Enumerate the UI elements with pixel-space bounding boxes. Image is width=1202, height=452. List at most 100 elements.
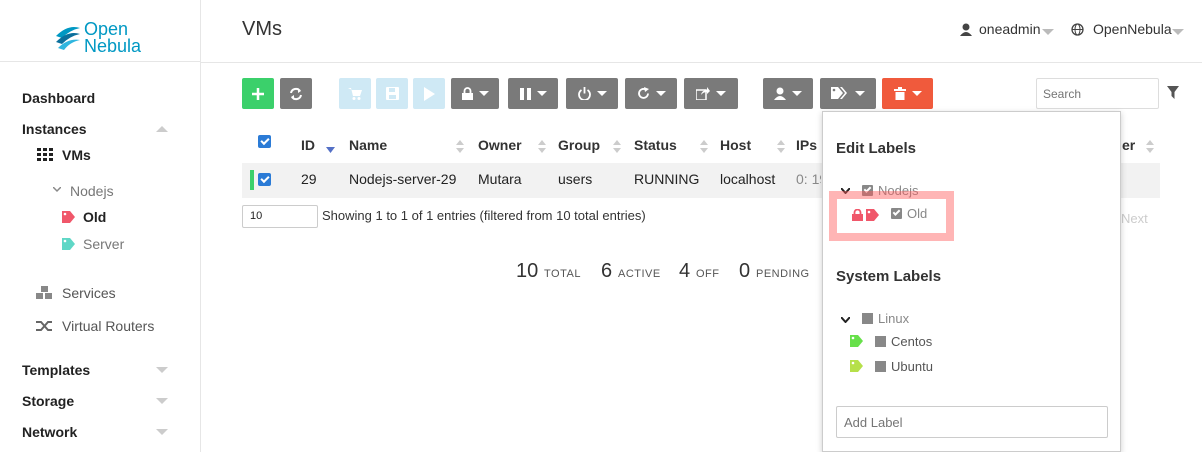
deploy-button[interactable] xyxy=(339,78,371,109)
chevron-down-icon[interactable] xyxy=(53,187,61,193)
system-label-centos[interactable]: Centos xyxy=(891,334,932,349)
share-icon xyxy=(696,87,710,100)
header-divider xyxy=(201,62,1202,63)
col-header-id[interactable]: ID xyxy=(301,137,315,153)
page-title: VMs xyxy=(242,18,282,40)
col-header-owner[interactable]: Owner xyxy=(478,137,522,153)
filter-icon[interactable] xyxy=(1167,86,1179,99)
edit-labels-title: Edit Labels xyxy=(836,140,917,157)
nav-label-server[interactable]: Server xyxy=(83,236,124,252)
nav-label-nodejs[interactable]: Nodejs xyxy=(70,183,114,199)
col-header-name[interactable]: Name xyxy=(349,137,387,153)
table-info: Showing 1 to 1 of 1 entries (filtered fr… xyxy=(322,208,646,223)
system-label-linux[interactable]: Linux xyxy=(878,311,909,326)
lock-icon xyxy=(461,87,473,100)
chevron-down-icon[interactable] xyxy=(156,429,168,435)
page-length-select[interactable]: 10 xyxy=(242,205,318,228)
pagination-next[interactable]: Next xyxy=(1121,211,1148,226)
label-checkbox[interactable] xyxy=(875,336,886,347)
reboot-dropdown-button[interactable] xyxy=(625,78,677,109)
cell-host: localhost xyxy=(720,171,776,187)
power-dropdown-button[interactable] xyxy=(566,78,618,109)
label-checkbox[interactable] xyxy=(875,361,886,372)
nav-services[interactable]: Services xyxy=(62,285,116,301)
col-header-status[interactable]: Status xyxy=(634,137,677,153)
edit-label-old[interactable]: Old xyxy=(907,206,927,221)
nav-templates[interactable]: Templates xyxy=(22,362,90,378)
system-label-ubuntu[interactable]: Ubuntu xyxy=(891,359,933,374)
sort-icon xyxy=(777,140,785,154)
sort-icon xyxy=(1146,140,1154,154)
tag-icon xyxy=(850,335,863,347)
search-input[interactable] xyxy=(1036,78,1159,109)
refresh-icon xyxy=(290,87,302,100)
cell-status: RUNNING xyxy=(634,171,700,187)
select-all-checkbox[interactable] xyxy=(258,135,271,148)
stat-pending-label: PENDING xyxy=(756,268,810,280)
stat-pending-count: 0 xyxy=(739,260,751,282)
sort-icon xyxy=(538,140,546,154)
stat-off-label: OFF xyxy=(696,268,720,280)
create-button[interactable] xyxy=(242,78,274,109)
nav-dashboard[interactable]: Dashboard xyxy=(22,90,95,106)
tag-icon xyxy=(62,211,75,223)
zone-menu[interactable]: OpenNebula xyxy=(1093,21,1172,37)
plus-icon xyxy=(252,87,264,100)
save-button[interactable] xyxy=(376,78,408,109)
chevron-up-icon[interactable] xyxy=(156,126,168,132)
chevron-down-icon[interactable] xyxy=(1042,29,1054,35)
delete-dropdown-button[interactable] xyxy=(882,78,933,109)
pause-dropdown-button[interactable] xyxy=(508,78,558,109)
col-header-group[interactable]: Group xyxy=(558,137,600,153)
nav-virtual-routers[interactable]: Virtual Routers xyxy=(62,318,154,334)
lock-dropdown-button[interactable] xyxy=(451,78,499,109)
sort-icon xyxy=(456,140,464,154)
grid-icon xyxy=(37,148,53,161)
random-icon xyxy=(36,321,52,331)
stat-total-count: 10 xyxy=(516,260,539,282)
nav-label-old[interactable]: Old xyxy=(83,209,106,225)
cubes-icon xyxy=(36,286,52,299)
user-menu[interactable]: oneadmin xyxy=(979,21,1041,37)
globe-icon xyxy=(1071,23,1084,36)
cart-icon xyxy=(348,88,362,100)
stat-active-count: 6 xyxy=(601,260,613,282)
col-header-host[interactable]: Host xyxy=(720,137,751,153)
sort-icon xyxy=(613,140,621,154)
user-icon xyxy=(774,87,786,100)
system-labels-title: System Labels xyxy=(836,268,942,285)
row-checkbox[interactable] xyxy=(258,173,271,186)
opennebula-logo[interactable]: Open Nebula xyxy=(0,0,201,62)
user-icon xyxy=(960,23,972,36)
logo-text-nebula: Nebula xyxy=(84,36,142,56)
refresh-button[interactable] xyxy=(280,78,312,109)
nav-storage[interactable]: Storage xyxy=(22,393,74,409)
nav-instances[interactable]: Instances xyxy=(22,121,87,137)
stat-active-label: ACTIVE xyxy=(618,268,661,280)
tag-icon xyxy=(866,209,879,221)
play-button[interactable] xyxy=(413,78,445,109)
chevron-down-icon[interactable] xyxy=(156,398,168,404)
col-header-partial[interactable]: er xyxy=(1122,137,1135,153)
share-dropdown-button[interactable] xyxy=(684,78,738,109)
tags-icon xyxy=(831,87,847,99)
page-length-value: 10 xyxy=(250,210,263,222)
sidebar: Open Nebula Dashboard Instances VMs Node… xyxy=(0,0,201,452)
labels-dropdown-button[interactable] xyxy=(820,78,876,109)
pause-icon xyxy=(519,87,531,100)
chevron-down-icon[interactable] xyxy=(841,317,850,323)
nav-vms[interactable]: VMs xyxy=(62,147,91,163)
label-checkbox[interactable] xyxy=(891,208,902,219)
tag-icon xyxy=(62,238,75,250)
chevron-down-icon[interactable] xyxy=(1172,29,1184,35)
chevron-down-icon[interactable] xyxy=(156,367,168,373)
col-header-ips[interactable]: IPs xyxy=(796,137,817,153)
cell-owner: Mutara xyxy=(478,171,522,187)
label-checkbox[interactable] xyxy=(862,313,873,324)
stat-off-count: 4 xyxy=(679,260,691,282)
owner-dropdown-button[interactable] xyxy=(763,78,813,109)
play-icon xyxy=(424,86,435,101)
lock-icon xyxy=(852,209,863,221)
add-label-input[interactable] xyxy=(836,406,1108,438)
nav-network[interactable]: Network xyxy=(22,424,77,440)
